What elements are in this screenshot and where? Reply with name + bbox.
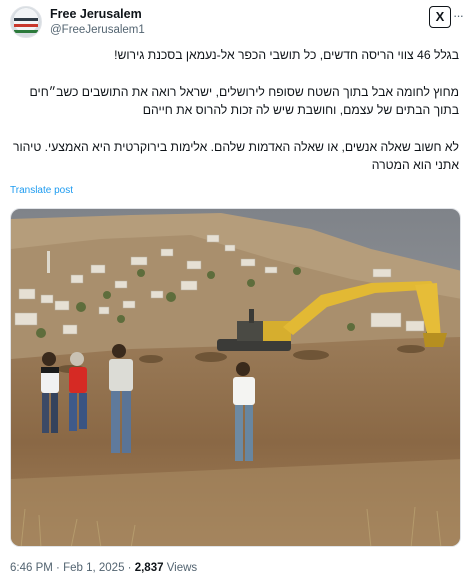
post-time[interactable]: 6:46 PM	[10, 562, 53, 574]
views-label: Views	[166, 562, 198, 574]
post-header: Free Jerusalem @FreeJerusalem1 X ···	[8, 4, 464, 40]
post-date[interactable]: Feb 1, 2025	[63, 562, 124, 574]
meta-separator: ·	[56, 562, 60, 574]
author-handle[interactable]: @FreeJerusalem1	[50, 24, 145, 36]
post-body: בגלל 46 צווי הריסה חדשים, כל תושבי הכפר …	[10, 46, 459, 193]
post-paragraph-2: מחוץ לחומה אבל בתוך השטח שסופח לירושלים,…	[29, 84, 459, 118]
post-photo[interactable]	[10, 208, 461, 547]
avatar[interactable]	[10, 6, 42, 38]
post-paragraph-1: בגלל 46 צווי הריסה חדשים, כל תושבי הכפר …	[114, 48, 459, 62]
translate-post-link[interactable]: Translate post	[10, 185, 73, 196]
x-logo-icon[interactable]: X	[429, 6, 451, 28]
post-meta: 6:46 PM · Feb 1, 2025 · 2,837 Views	[10, 562, 197, 574]
meta-separator: ·	[127, 562, 132, 574]
photo-illustration	[11, 209, 460, 546]
author-name[interactable]: Free Jerusalem	[50, 7, 142, 21]
post-paragraph-3: לא חשוב שאלה אנשים, או שאלה האדמות שלהם.…	[13, 139, 459, 173]
views-count: 2,837	[134, 562, 164, 574]
more-icon[interactable]: ···	[453, 8, 464, 23]
